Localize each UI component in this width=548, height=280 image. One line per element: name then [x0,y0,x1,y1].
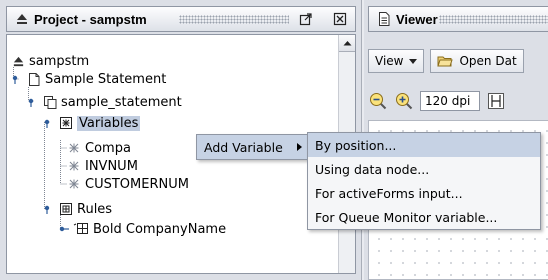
queue-monitor-variable-menu-item[interactable]: For Queue Monitor variable... [308,205,540,229]
tree-label-source: sample_statement [61,94,182,110]
tree-node-rule[interactable]: Bold CompanyName [59,220,226,238]
activeforms-input-menu-item[interactable]: For activeForms input... [308,181,540,205]
zoom-toolbar: 120 dpi [368,88,506,114]
tree-node-variable[interactable]: Compa [67,139,131,157]
document-icon [27,72,41,86]
variable-icon [67,177,81,191]
tree-label-rules: Rules [77,201,113,217]
add-variable-submenu: By position... Using data node... For ac… [307,132,541,230]
project-panel-title: Project - sampstm [34,11,147,27]
collapse-toggle-icon[interactable] [59,222,69,236]
tree-label-variable: CUSTOMERNUM [85,176,189,192]
variable-icon [67,159,81,173]
document-icon [375,10,393,28]
view-menu-label: View [375,54,404,68]
tree-label-root: sampstm [29,53,90,69]
zoom-in-icon[interactable] [394,91,414,111]
expand-toggle-icon[interactable] [11,72,21,86]
tree-label-variable: Compa [85,140,131,156]
eject-icon [13,10,31,28]
scroll-up-arrow-icon[interactable] [339,35,355,52]
dpi-field[interactable]: 120 dpi [420,91,480,111]
project-titlebar[interactable]: Project - sampstm [6,6,356,32]
tree-node-source[interactable]: sample_statement [27,93,182,111]
tree-node-root[interactable]: sampstm [11,52,89,70]
expand-toggle-icon[interactable] [43,116,53,130]
viewer-titlebar[interactable]: Viewer [368,6,548,32]
rule-icon [73,222,89,236]
using-data-node-menu-item[interactable]: Using data node... [308,157,540,181]
menu-item-label: For Queue Monitor variable... [315,209,498,225]
expand-toggle-icon[interactable] [43,202,53,216]
fit-width-icon[interactable] [486,91,506,111]
titlebar-grip [179,15,289,24]
tree-node-variable[interactable]: INVNUM [67,157,138,175]
add-variable-label: Add Variable [204,139,283,155]
maximize-icon[interactable] [297,10,315,28]
context-menu: Add Variable [196,134,308,160]
viewer-panel-title: Viewer [396,11,438,27]
expand-toggle-icon[interactable] [27,95,37,109]
open-folder-icon [437,56,454,67]
open-data-button[interactable]: Open Dat [430,49,524,73]
viewer-toolbar: View Open Dat [368,48,524,74]
tree-node-variables[interactable]: Variables [43,114,141,132]
rules-folder-icon [59,202,73,216]
titlebar-grip [439,15,548,24]
tree-label-rule: Bold CompanyName [93,221,227,237]
zoom-out-icon[interactable] [368,91,388,111]
view-menu-button[interactable]: View [368,49,425,73]
tree-label-statement: Sample Statement [45,71,167,87]
dropdown-arrow-icon [409,58,418,64]
variable-icon [67,141,81,155]
submenu-arrow-icon [297,143,302,151]
eject-icon [11,54,25,68]
tree-label-variables: Variables [77,115,141,131]
close-icon[interactable] [331,10,349,28]
menu-item-label: For activeForms input... [315,185,463,201]
tree-node-rules[interactable]: Rules [43,200,112,218]
variables-folder-icon [59,116,73,130]
tree-node-statement[interactable]: Sample Statement [11,70,166,88]
copy-documents-icon [43,95,57,109]
menu-item-label: By position... [315,137,397,153]
tree-label-variable: INVNUM [85,158,138,174]
open-data-label: Open Dat [459,54,517,68]
tree-node-variable[interactable]: CUSTOMERNUM [67,175,189,193]
menu-item-label: Using data node... [315,161,430,177]
add-variable-menu-item[interactable]: Add Variable [197,135,307,159]
by-position-menu-item[interactable]: By position... [308,133,540,157]
